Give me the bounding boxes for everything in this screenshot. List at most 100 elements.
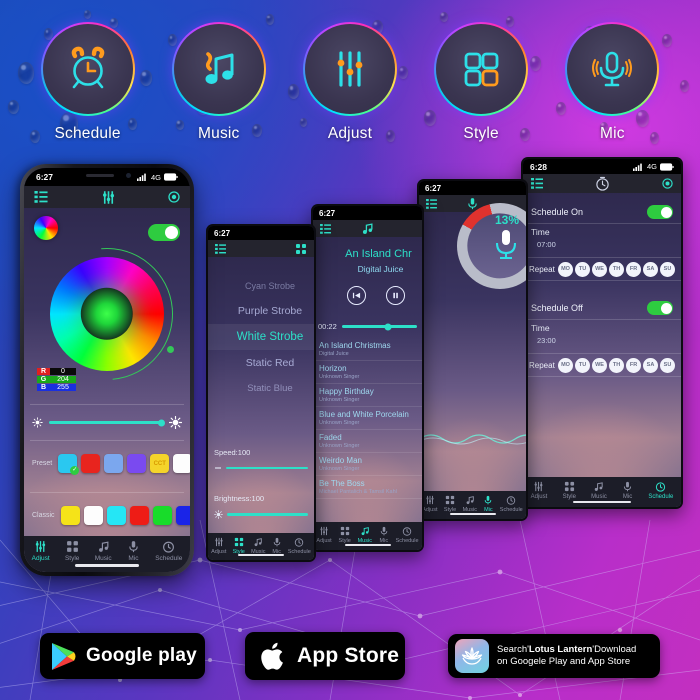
style-item[interactable]: White Strobe — [208, 324, 314, 350]
song-row[interactable]: Weirdo Man Unknown Singer — [313, 453, 422, 476]
nav-music[interactable]: Music — [95, 540, 112, 562]
color-wheel-container[interactable] — [24, 221, 190, 407]
menu-list-icon[interactable] — [426, 198, 437, 209]
schedule-on-row[interactable]: Schedule On — [523, 201, 681, 223]
classic-swatch[interactable] — [152, 506, 172, 525]
nav-music[interactable]: Music — [251, 537, 265, 555]
repeat-day-chip[interactable]: SU — [660, 261, 675, 277]
song-row[interactable]: Faded Unknown Singer — [313, 430, 422, 453]
nav-adjust[interactable]: Adjust — [422, 495, 438, 513]
saturation-knob[interactable] — [167, 346, 174, 353]
feature-music[interactable]: Music — [164, 22, 274, 143]
nav-music[interactable]: Music — [358, 526, 372, 544]
song-row[interactable]: Be The Boss Michael Pantalich & Tamsil Ka… — [313, 476, 422, 499]
bottom-nav[interactable]: Adjust Style Music Mic Schedule — [208, 533, 314, 560]
nav-adjust[interactable]: Adjust — [211, 537, 226, 555]
style-item[interactable]: Purple Strobe — [208, 298, 314, 324]
song-row[interactable]: Horizon Unknown Singer — [313, 361, 422, 384]
classic-swatch[interactable] — [60, 506, 80, 525]
power-status-icon[interactable] — [168, 191, 180, 203]
nav-style[interactable]: Style — [65, 540, 79, 562]
feature-adjust[interactable]: Adjust — [295, 22, 405, 143]
classic-swatch[interactable] — [175, 506, 190, 525]
style-list[interactable]: Cyan Strobe Purple Strobe White Strobe Stat… — [208, 274, 314, 401]
preset-swatch[interactable] — [173, 454, 190, 473]
preset-swatch[interactable]: ✓ — [58, 454, 80, 475]
preset-swatch[interactable] — [81, 454, 101, 473]
preset-row[interactable]: Preset ✓ CCT — [32, 454, 190, 475]
google-play-badge[interactable]: Google play — [40, 633, 205, 679]
style-item[interactable]: Cyan Strobe — [208, 274, 314, 298]
repeat-day-chip[interactable]: FR — [626, 261, 641, 277]
repeat-day-chip[interactable]: SA — [643, 261, 658, 277]
schedule-on-repeat[interactable]: Repeat MO TU WE TH FR SA SU — [523, 259, 681, 279]
repeat-day-chip[interactable]: FR — [626, 357, 641, 373]
classic-row[interactable]: Classic — [32, 506, 190, 525]
menu-list-icon[interactable] — [34, 191, 48, 203]
nav-style[interactable]: Style — [233, 537, 245, 555]
nav-music[interactable]: Music — [591, 481, 607, 500]
repeat-day-chip[interactable]: TH — [609, 357, 624, 373]
nav-mic[interactable]: Mic — [379, 526, 389, 544]
brightness-control[interactable]: Brightness:100 — [208, 494, 314, 519]
nav-adjust[interactable]: Adjust — [32, 540, 50, 562]
repeat-day-chip[interactable]: WE — [592, 357, 607, 373]
repeat-day-chip[interactable]: SU — [660, 357, 675, 373]
nav-style[interactable]: Style — [444, 495, 456, 513]
repeat-day-chip[interactable]: TH — [609, 261, 624, 277]
menu-list-icon[interactable] — [531, 178, 543, 189]
song-row[interactable]: An Island Christmas Digital Juice — [313, 338, 422, 361]
repeat-days-off[interactable]: MO TU WE TH FR SA SU — [556, 357, 675, 373]
style-item[interactable]: Static Blue — [208, 376, 314, 401]
repeat-day-chip[interactable]: TU — [575, 261, 590, 277]
style-item[interactable]: Static Red — [208, 350, 314, 376]
progress-row[interactable]: 00:22 — [318, 322, 417, 331]
preset-swatch[interactable]: CCT — [150, 454, 170, 473]
repeat-day-chip[interactable]: MO — [558, 261, 573, 277]
nav-style[interactable]: Style — [563, 481, 576, 500]
pause-button[interactable] — [385, 286, 405, 305]
nav-mic[interactable]: Mic — [483, 495, 493, 513]
nav-mic[interactable]: Mic — [272, 537, 282, 555]
classic-swatches[interactable] — [60, 506, 190, 525]
color-wheel[interactable] — [50, 257, 164, 371]
preset-swatch[interactable] — [104, 454, 124, 473]
classic-swatch[interactable] — [83, 506, 103, 525]
schedule-off-repeat[interactable]: Repeat MO TU WE TH FR SA SU — [523, 355, 681, 375]
repeat-days-on[interactable]: MO TU WE TH FR SA SU — [556, 261, 675, 277]
schedule-off-time[interactable]: Time 23:00 — [531, 323, 556, 345]
speed-slider[interactable] — [226, 466, 308, 470]
classic-swatch[interactable] — [106, 506, 126, 525]
classic-swatch[interactable] — [129, 506, 149, 525]
nav-mic[interactable]: Mic — [622, 481, 633, 500]
song-row[interactable]: Happy Birthday Unknown Singer — [313, 384, 422, 407]
color-mode-chip[interactable] — [34, 216, 58, 240]
brightness-slider[interactable] — [227, 513, 308, 516]
lotus-lantern-badge[interactable]: Search'Lotus Lantern'Download on Googele… — [448, 634, 660, 678]
playback-controls[interactable] — [313, 286, 422, 305]
song-row[interactable]: Blue and White Porcelain Unknown Singer — [313, 407, 422, 430]
nav-adjust[interactable]: Adjust — [316, 526, 332, 544]
app-store-badge[interactable]: App Store — [245, 632, 405, 680]
schedule-on-time[interactable]: Time 07:00 — [531, 227, 556, 249]
schedule-off-toggle[interactable] — [647, 301, 673, 315]
repeat-day-chip[interactable]: WE — [592, 261, 607, 277]
previous-button[interactable] — [346, 286, 366, 305]
repeat-day-chip[interactable]: SA — [643, 357, 658, 373]
repeat-day-chip[interactable]: MO — [558, 357, 573, 373]
feature-schedule[interactable]: Schedule — [33, 22, 143, 143]
nav-style[interactable]: Style — [339, 526, 351, 544]
power-status-icon[interactable] — [662, 178, 673, 189]
song-list[interactable]: An Island Christmas Digital Juice Horizon U… — [313, 338, 422, 520]
menu-list-icon[interactable] — [215, 243, 226, 254]
menu-list-icon[interactable] — [320, 223, 331, 234]
nav-adjust[interactable]: Adjust — [531, 481, 547, 500]
progress-slider[interactable] — [341, 323, 417, 330]
nav-music[interactable]: Music — [463, 495, 477, 513]
nav-schedule[interactable]: Schedule — [155, 540, 182, 562]
nav-mic[interactable]: Mic — [127, 540, 140, 562]
nav-schedule[interactable]: Schedule — [396, 526, 419, 544]
nav-schedule[interactable]: Schedule — [288, 537, 311, 555]
brightness-row[interactable] — [32, 416, 182, 429]
schedule-off-row[interactable]: Schedule Off — [523, 297, 681, 319]
